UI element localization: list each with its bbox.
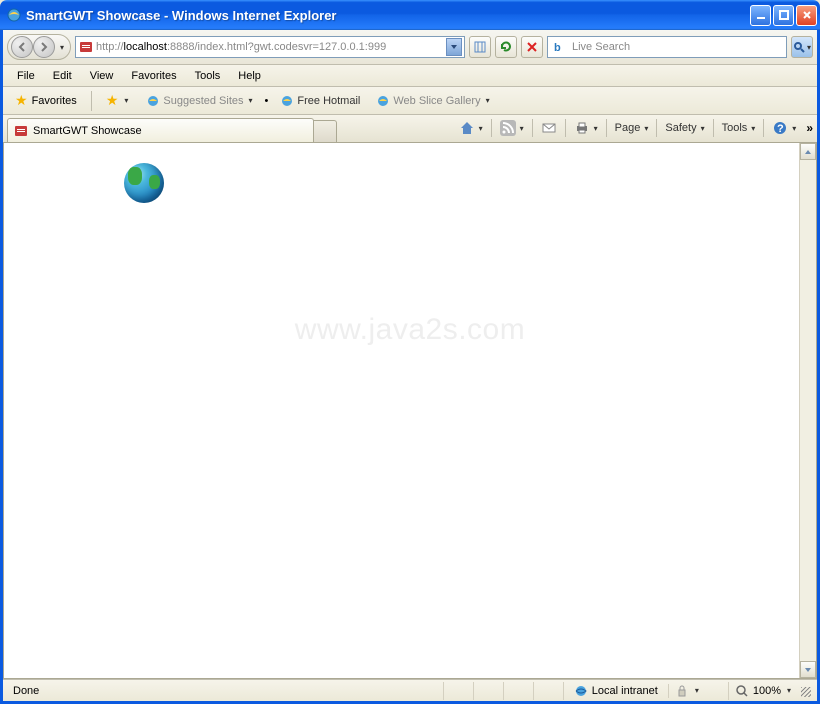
status-bar: Done Local intranet ▾ 100% ▾: [3, 679, 817, 701]
watermark-text: www.java2s.com: [295, 313, 525, 347]
status-pane: [474, 682, 504, 700]
history-dropdown[interactable]: ▾: [55, 43, 67, 52]
scroll-up-button[interactable]: [800, 143, 816, 160]
menu-favorites[interactable]: Favorites: [123, 68, 184, 84]
refresh-button[interactable]: [495, 36, 517, 58]
separator: [565, 119, 566, 137]
scroll-down-button[interactable]: [800, 661, 816, 678]
maximize-button[interactable]: [773, 5, 794, 26]
star-add-icon: ★: [106, 92, 119, 109]
tab-active[interactable]: SmartGWT Showcase: [7, 118, 314, 142]
menu-view[interactable]: View: [82, 68, 122, 84]
search-box[interactable]: b Live Search: [547, 36, 787, 58]
safety-menu[interactable]: Safety▾: [661, 119, 708, 137]
bullet-icon: •: [265, 95, 269, 107]
menu-help[interactable]: Help: [230, 68, 269, 84]
vertical-scrollbar[interactable]: [799, 143, 816, 678]
separator: [491, 119, 492, 137]
status-pane: [504, 682, 534, 700]
window-controls: [750, 5, 817, 26]
separator: [91, 91, 92, 111]
minimize-button[interactable]: [750, 5, 771, 26]
star-icon: ★: [15, 92, 28, 109]
content-area: www.java2s.com: [3, 143, 817, 679]
home-icon: [459, 120, 475, 136]
separator: [763, 119, 764, 137]
resize-grip[interactable]: [797, 683, 813, 699]
forward-button[interactable]: [33, 36, 55, 58]
back-button[interactable]: [11, 36, 33, 58]
suggested-sites-link[interactable]: Suggested Sites▾: [142, 92, 256, 110]
separator: [656, 119, 657, 137]
tab-site-icon: [14, 124, 28, 138]
add-favorite-button[interactable]: ★▾: [100, 90, 135, 111]
web-slice-gallery-link[interactable]: Web Slice Gallery▾: [372, 92, 493, 110]
home-button[interactable]: ▾: [455, 117, 487, 139]
close-button[interactable]: [796, 5, 817, 26]
menu-bar: File Edit View Favorites Tools Help: [3, 65, 817, 87]
print-button[interactable]: ▾: [570, 117, 602, 139]
command-bar: ▾ ▾ ▾ Page▾ Safety▾ Tools▾ ?▾ »: [455, 117, 813, 139]
overflow-chevron[interactable]: »: [806, 121, 813, 135]
help-button[interactable]: ?▾: [768, 117, 800, 139]
site-icon: [78, 39, 94, 55]
page-menu[interactable]: Page▾: [611, 119, 653, 137]
mail-icon: [541, 120, 557, 136]
menu-file[interactable]: File: [9, 68, 43, 84]
zoom-control[interactable]: 100% ▾: [729, 684, 797, 698]
print-icon: [574, 120, 590, 136]
globe-icon: [574, 684, 588, 698]
menu-edit[interactable]: Edit: [45, 68, 80, 84]
window-body: ▾ http://localhost:8888/index.html?gwt.c…: [0, 30, 820, 704]
window-title: SmartGWT Showcase - Windows Internet Exp…: [26, 8, 750, 23]
address-bar[interactable]: http://localhost:8888/index.html?gwt.cod…: [75, 36, 465, 58]
separator: [532, 119, 533, 137]
ie-small-icon: [376, 94, 390, 108]
mail-button[interactable]: [537, 117, 561, 139]
separator: [606, 119, 607, 137]
status-pane: [534, 682, 564, 700]
security-zone[interactable]: Local intranet: [564, 684, 669, 698]
tools-menu[interactable]: Tools▾: [718, 119, 760, 137]
ie-small-icon: [146, 94, 160, 108]
separator: [713, 119, 714, 137]
favorites-button[interactable]: ★ Favorites: [9, 90, 83, 111]
svg-text:b: b: [554, 42, 561, 54]
search-placeholder: Live Search: [572, 41, 782, 53]
tab-bar: SmartGWT Showcase ▾ ▾ ▾ Page▾ Safety▾ To…: [3, 115, 817, 143]
help-icon: ?: [772, 120, 788, 136]
status-pane: [444, 682, 474, 700]
bing-icon: b: [552, 39, 568, 55]
compat-button[interactable]: [469, 36, 491, 58]
stop-button[interactable]: [521, 36, 543, 58]
address-dropdown[interactable]: [446, 38, 462, 56]
search-button[interactable]: ▾: [791, 36, 813, 58]
free-hotmail-link[interactable]: Free Hotmail: [276, 92, 364, 110]
status-text: Done: [7, 682, 444, 700]
svg-text:?: ?: [777, 123, 784, 135]
rss-icon: [500, 120, 516, 136]
tab-title: SmartGWT Showcase: [33, 125, 303, 137]
ie-small-icon: [280, 94, 294, 108]
navigation-bar: ▾ http://localhost:8888/index.html?gwt.c…: [3, 30, 817, 65]
globe-image: [124, 163, 164, 203]
back-forward-group: ▾: [7, 34, 71, 60]
menu-tools[interactable]: Tools: [187, 68, 229, 84]
ie-icon: [6, 7, 22, 23]
favorites-bar: ★ Favorites ★▾ Suggested Sites▾ • Free H…: [3, 87, 817, 115]
protected-mode[interactable]: ▾: [669, 682, 729, 700]
feeds-button[interactable]: ▾: [496, 117, 528, 139]
window-titlebar: SmartGWT Showcase - Windows Internet Exp…: [0, 0, 820, 30]
address-text: http://localhost:8888/index.html?gwt.cod…: [96, 41, 446, 53]
new-tab-button[interactable]: [313, 120, 337, 142]
